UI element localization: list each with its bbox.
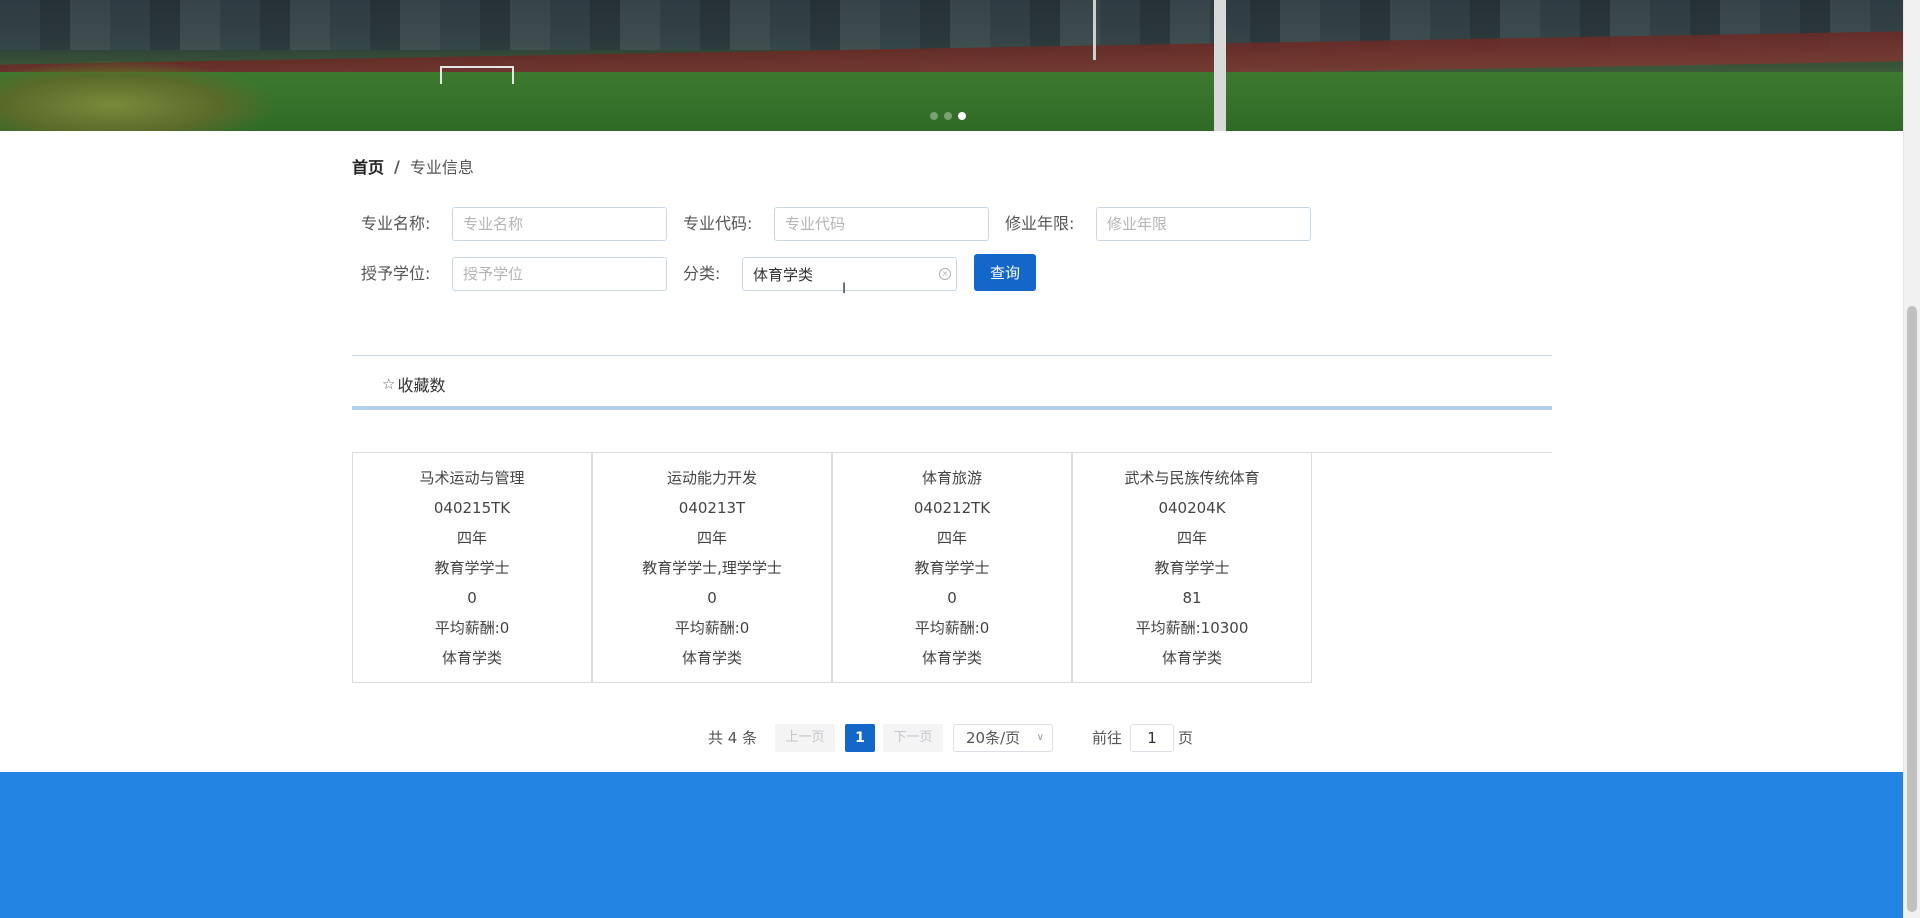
study-years-label: 修业年限:: [1005, 214, 1075, 233]
search-button[interactable]: 查询: [974, 254, 1036, 291]
major-favorites: 81: [1182, 589, 1202, 607]
breadcrumb: 首页 / 专业信息: [352, 154, 474, 178]
category-label: 分类:: [683, 264, 721, 283]
major-category: 体育学类: [681, 649, 742, 667]
page-number-button[interactable]: 1: [845, 724, 875, 752]
major-card[interactable]: 马术运动与管理 040215TK 四年 教育学学士 0 平均薪酬:0 体育学类: [352, 453, 592, 683]
major-name: 运动能力开发: [666, 469, 757, 487]
major-years: 四年: [456, 529, 487, 547]
degree-label: 授予学位:: [361, 264, 431, 283]
major-name-input[interactable]: [452, 207, 667, 241]
major-category: 体育学类: [1161, 649, 1222, 667]
carousel-dot-3[interactable]: [958, 112, 966, 120]
study-years-input[interactable]: [1096, 207, 1311, 241]
major-salary: 平均薪酬:0: [914, 619, 990, 637]
sort-bar: ☆ 收藏数: [352, 355, 1552, 410]
major-degree: 教育学学士,理学学士: [642, 559, 782, 577]
major-favorites: 0: [467, 589, 477, 607]
page: 首页 / 专业信息 专业名称: 专业代码: 修业年限: 授予学位: 分类: × …: [0, 0, 1920, 918]
major-category: 体育学类: [441, 649, 502, 667]
major-card[interactable]: 运动能力开发 040213T 四年 教育学学士,理学学士 0 平均薪酬:0 体育…: [592, 453, 832, 683]
major-code: 040204K: [1158, 499, 1226, 517]
major-years: 四年: [1176, 529, 1207, 547]
major-salary: 平均薪酬:10300: [1135, 619, 1249, 637]
breadcrumb-separator: /: [394, 156, 400, 176]
major-code-label: 专业代码:: [683, 214, 753, 233]
carousel-indicators: [930, 112, 966, 120]
banner-pole: [1214, 0, 1226, 131]
major-code: 040212TK: [913, 499, 991, 517]
breadcrumb-home[interactable]: 首页: [352, 154, 384, 178]
chevron-down-icon: ∨: [1036, 732, 1044, 743]
degree-input[interactable]: [452, 257, 667, 291]
major-years: 四年: [936, 529, 967, 547]
major-name-label: 专业名称:: [361, 214, 431, 233]
page-size-value: 20条/页: [966, 729, 1021, 747]
major-code-input[interactable]: [774, 207, 989, 241]
goto-page-input[interactable]: [1130, 724, 1174, 752]
pagination-total: 共 4 条: [708, 729, 758, 747]
scrollbar-thumb[interactable]: [1907, 306, 1917, 912]
footer: [0, 772, 1904, 918]
breadcrumb-current: 专业信息: [409, 158, 474, 177]
major-degree: 教育学学士: [1154, 559, 1230, 577]
major-card[interactable]: 体育旅游 040212TK 四年 教育学学士 0 平均薪酬:0 体育学类: [832, 453, 1072, 683]
carousel-dot-2[interactable]: [944, 112, 952, 120]
banner-image: [0, 0, 1904, 131]
banner-goal: [440, 66, 514, 84]
banner-field: [0, 72, 1904, 131]
major-category: 体育学类: [921, 649, 982, 667]
clear-icon[interactable]: ×: [939, 268, 951, 280]
major-salary: 平均薪酬:0: [434, 619, 510, 637]
goto-suffix: 页: [1178, 729, 1194, 747]
major-code: 040215TK: [433, 499, 511, 517]
majors-grid: 马术运动与管理 040215TK 四年 教育学学士 0 平均薪酬:0 体育学类 …: [352, 452, 1552, 684]
major-card[interactable]: 武术与民族传统体育 040204K 四年 教育学学士 81 平均薪酬:10300…: [1072, 453, 1312, 683]
major-name: 体育旅游: [921, 469, 982, 487]
major-favorites: 0: [707, 589, 717, 607]
prev-page-button[interactable]: 上一页: [775, 724, 835, 752]
major-name: 马术运动与管理: [419, 469, 525, 487]
major-salary: 平均薪酬:0: [674, 619, 750, 637]
sort-by-favorites[interactable]: ☆ 收藏数: [382, 372, 445, 396]
banner-tree: [0, 60, 280, 131]
text-cursor-icon: I: [842, 281, 847, 297]
star-outline-icon: ☆: [382, 375, 396, 393]
sort-bar-underline: [352, 406, 1552, 410]
major-favorites: 0: [947, 589, 957, 607]
major-degree: 教育学学士: [914, 559, 990, 577]
next-page-button[interactable]: 下一页: [883, 724, 943, 752]
sort-favorites-label: 收藏数: [397, 376, 446, 395]
carousel-dot-1[interactable]: [930, 112, 938, 120]
major-code: 040213T: [678, 499, 746, 517]
page-scrollbar[interactable]: [1903, 0, 1920, 918]
page-size-select[interactable]: 20条/页 ∨: [953, 724, 1053, 752]
major-degree: 教育学学士: [434, 559, 510, 577]
major-years: 四年: [696, 529, 727, 547]
major-name: 武术与民族传统体育: [1124, 469, 1260, 487]
banner-pole: [1093, 0, 1096, 60]
goto-label: 前往: [1092, 729, 1123, 747]
